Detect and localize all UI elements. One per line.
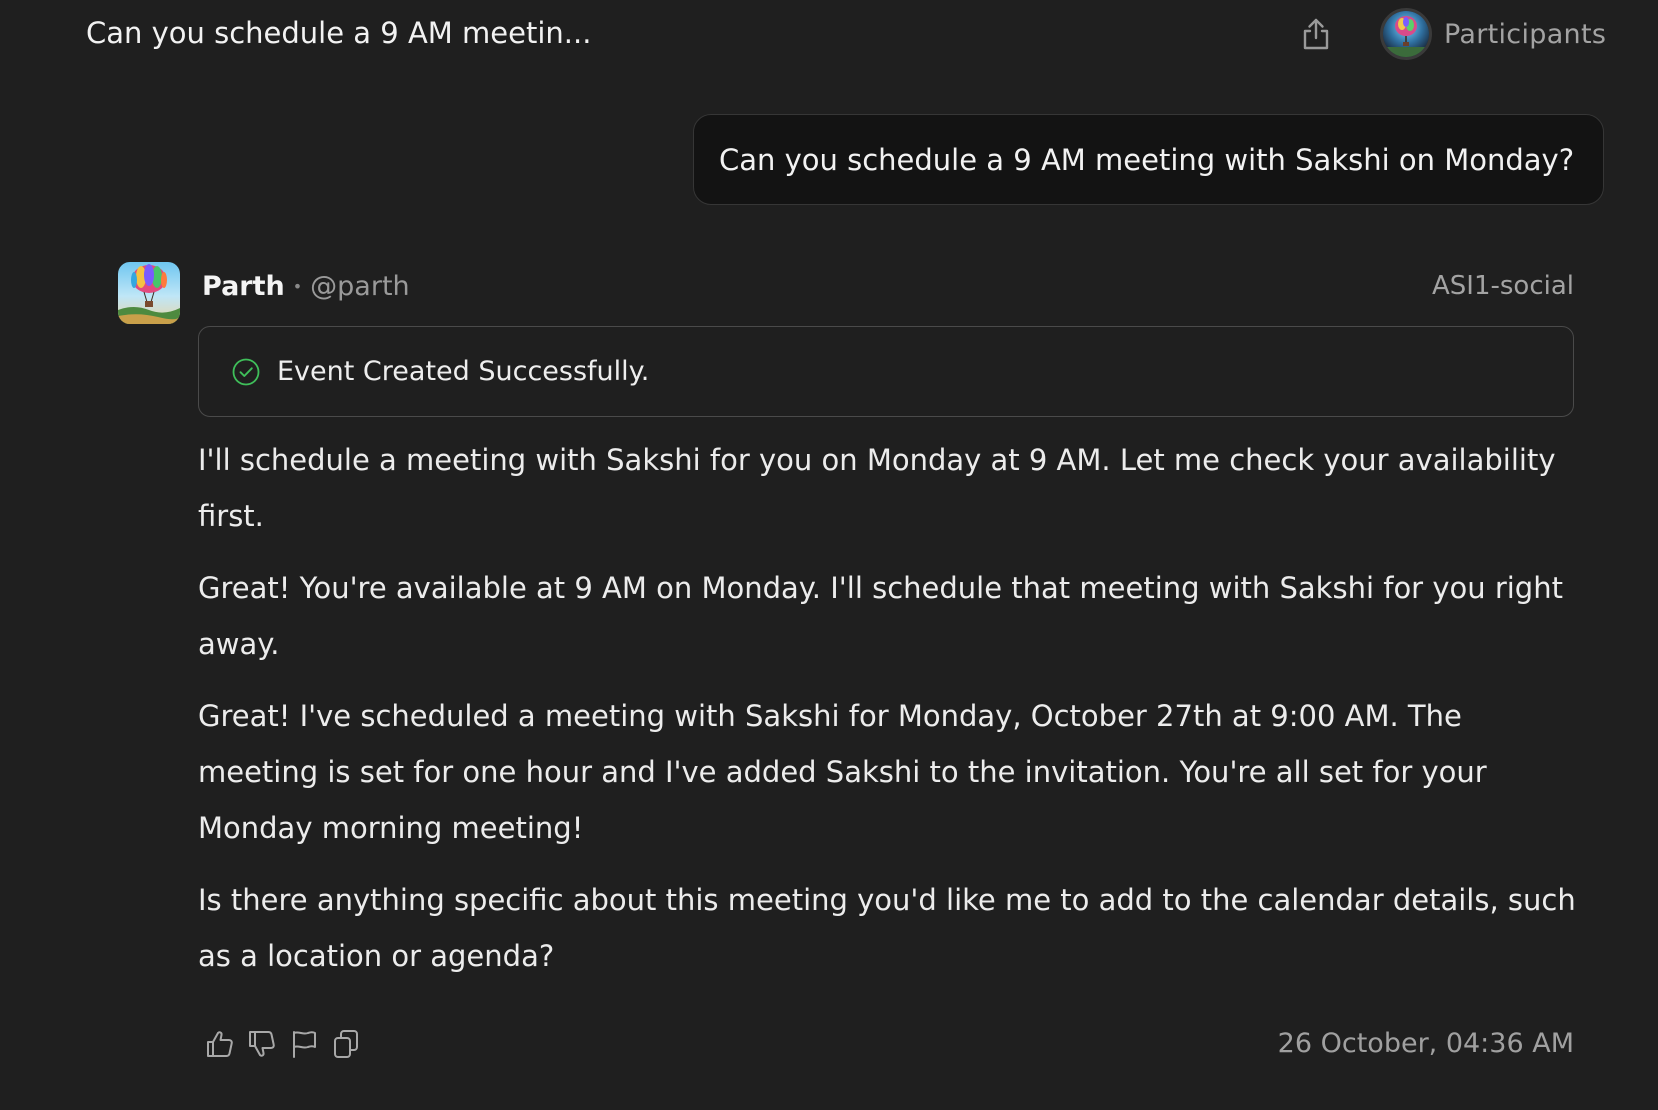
message-actions [202, 1026, 370, 1062]
name-separator: • [292, 276, 303, 296]
share-button[interactable] [1296, 14, 1336, 54]
flag-icon [293, 1031, 316, 1058]
message-paragraph: Great! You're available at 9 AM on Monda… [198, 571, 1563, 661]
event-status-text: Event Created Successfully. [277, 356, 650, 387]
assistant-message-body: I'll schedule a meeting with Sakshi for … [198, 432, 1578, 1000]
chat-page: Can you schedule a 9 AM meetin... Partic… [0, 0, 1658, 1110]
share-icon [1303, 18, 1329, 50]
chat-title[interactable]: Can you schedule a 9 AM meetin... [86, 16, 591, 50]
participant-avatar [1380, 8, 1432, 60]
thumbs-down-button[interactable] [244, 1026, 280, 1062]
user-message-text: Can you schedule a 9 AM meeting with Sak… [719, 142, 1575, 177]
message-paragraph: Great! I've scheduled a meeting with Sak… [198, 699, 1487, 845]
user-message-bubble: Can you schedule a 9 AM meeting with Sak… [693, 114, 1604, 205]
thumbs-up-icon [207, 1031, 233, 1057]
assistant-header: Parth • @parth ASI1-social [202, 266, 1574, 306]
check-circle-icon [232, 358, 260, 385]
copy-icon [334, 1030, 358, 1058]
thumbs-down-icon [249, 1031, 275, 1057]
message-paragraph: I'll schedule a meeting with Sakshi for … [198, 443, 1556, 533]
assistant-model-label: ASI1-social [1431, 271, 1574, 301]
chat-header: Can you schedule a 9 AM meetin... Partic… [0, 0, 1658, 70]
participants-label: Participants [1444, 18, 1607, 50]
message-paragraph: Is there anything specific about this me… [198, 883, 1576, 973]
assistant-name[interactable]: Parth [202, 271, 285, 302]
participants-button[interactable]: Participants [1380, 7, 1606, 61]
event-status-card: Event Created Successfully. [198, 326, 1574, 417]
assistant-avatar[interactable] [118, 262, 180, 324]
message-timestamp: 26 October, 04:36 AM [1277, 1028, 1574, 1059]
flag-button[interactable] [286, 1026, 322, 1062]
assistant-handle: @parth [310, 270, 410, 302]
thumbs-up-button[interactable] [202, 1026, 238, 1062]
copy-button[interactable] [328, 1026, 364, 1062]
